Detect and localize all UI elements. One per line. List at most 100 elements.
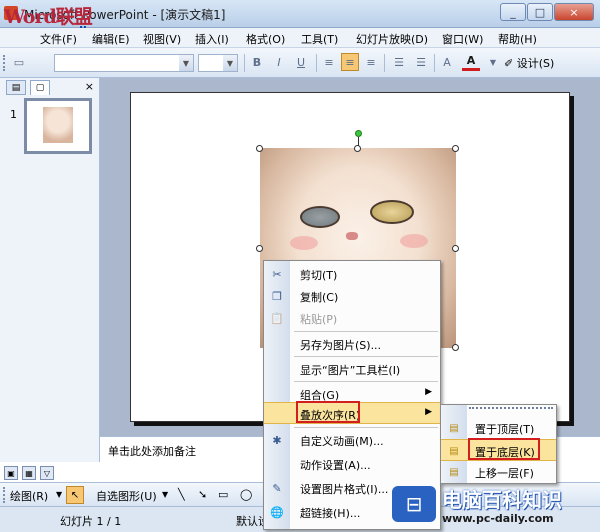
bring-to-front-icon: ▤ (449, 422, 459, 434)
rotation-handle[interactable] (355, 130, 362, 137)
tab-slides[interactable]: ▢ (30, 80, 50, 95)
send-to-back-icon: ▤ (449, 445, 459, 457)
resize-handle[interactable] (452, 344, 459, 351)
italic-button[interactable]: I (270, 53, 288, 71)
view-buttons: ▣ ▦ ▽ (2, 464, 98, 482)
hyperlink-icon: 🌐 (270, 505, 284, 519)
font-size-increase-icon[interactable]: A (438, 53, 456, 71)
design-label: 设计(S) (516, 57, 555, 70)
resize-handle[interactable] (354, 145, 361, 152)
underline-button[interactable]: U (292, 53, 310, 71)
submenu-grip[interactable] (469, 407, 553, 411)
close-icon[interactable]: × (85, 80, 94, 93)
menu-item-paste: 📋 粘贴(P) (264, 307, 440, 329)
menu-help[interactable]: 帮助(H) (498, 31, 537, 47)
chevron-down-icon[interactable]: ▼ (56, 490, 62, 499)
menu-item-label: 粘贴(P) (300, 313, 338, 326)
font-color-button[interactable]: A (462, 53, 480, 71)
menu-item-label: 置于顶层(T) (475, 423, 535, 436)
menu-separator (294, 356, 438, 357)
menu-slideshow[interactable]: 幻灯片放映(D) (356, 31, 428, 47)
menu-separator (294, 331, 438, 332)
submenu-arrow-icon: ▶ (425, 407, 432, 417)
submenu-arrow-icon: ▶ (425, 387, 432, 397)
menu-window[interactable]: 窗口(W) (442, 31, 483, 47)
cut-icon: ✂ (272, 267, 282, 281)
align-center-icon[interactable]: ≡ (341, 53, 359, 71)
menu-item-label: 自定义动画(M)... (300, 435, 384, 448)
window-controls: _ □ × (500, 3, 594, 21)
draw-menu-button[interactable]: 绘图(R) (10, 488, 48, 504)
menu-file[interactable]: 文件(F) (40, 31, 77, 47)
numbering-icon[interactable]: ☰ (390, 53, 408, 71)
align-right-icon[interactable]: ≡ (362, 53, 380, 71)
close-button[interactable]: × (554, 3, 594, 21)
select-objects-icon[interactable]: ↖ (66, 486, 84, 504)
align-left-icon[interactable]: ≡ (320, 53, 338, 71)
bring-forward-icon: ▤ (449, 466, 459, 478)
menu-item-copy[interactable]: ❐ 复制(C) (264, 285, 440, 307)
copy-icon: ❐ (272, 289, 282, 303)
slide-number: 1 (10, 108, 17, 121)
resize-handle[interactable] (256, 245, 263, 252)
menu-item-label: 上移一层(F) (475, 467, 534, 480)
chevron-down-icon[interactable]: ▼ (162, 490, 168, 499)
design-button[interactable]: ✐ 设计(S) (504, 55, 554, 71)
toolbar-grip[interactable] (3, 487, 6, 503)
resize-handle[interactable] (256, 145, 263, 152)
toolbar-separator (384, 54, 385, 72)
menu-item-label: 超链接(H)... (300, 507, 361, 520)
maximize-button[interactable]: □ (527, 3, 553, 21)
menu-item-label: 剪切(T) (300, 269, 338, 282)
paste-icon: 📋 (270, 311, 284, 325)
brand-url: www.pc-daily.com (442, 512, 554, 525)
menu-separator (294, 427, 438, 428)
menu-item-custom-animation[interactable]: ✱ 自定义动画(M)... (264, 429, 440, 451)
bold-button[interactable]: B (248, 53, 266, 71)
menu-item-save-as-picture[interactable]: 另存为图片(S)... (264, 333, 440, 355)
cat-nose (346, 232, 358, 240)
slideshow-view-icon[interactable]: ▽ (40, 466, 54, 480)
arrow-tool-icon[interactable]: ➘ (198, 488, 207, 501)
oval-tool-icon[interactable]: ◯ (240, 488, 252, 501)
cat-blush (400, 234, 428, 248)
menu-format[interactable]: 格式(O) (246, 31, 285, 47)
cat-blush (290, 236, 318, 250)
menu-item-label: 设置图片格式(I)... (300, 483, 389, 496)
minimize-button[interactable]: _ (500, 3, 526, 21)
chevron-down-icon[interactable]: ▼ (484, 53, 502, 71)
rectangle-tool-icon[interactable]: ▭ (218, 488, 228, 501)
menu-item-label: 动作设置(A)... (300, 459, 371, 472)
monitor-logo-icon: ⊟ (392, 486, 436, 522)
line-tool-icon[interactable]: ╲ (178, 488, 185, 501)
slide-sorter-icon[interactable]: ▦ (22, 466, 36, 480)
menu-item-cut[interactable]: ✂ 剪切(T) (264, 263, 440, 285)
design-icon: ✐ (504, 57, 517, 70)
menu-view[interactable]: 视图(V) (143, 31, 181, 47)
autoshapes-button[interactable]: 自选图形(U) (96, 488, 157, 504)
menu-item-action-settings[interactable]: 动作设置(A)... (264, 453, 440, 475)
font-size-select[interactable]: ▼ (198, 54, 238, 72)
menu-tools[interactable]: 工具(T) (301, 31, 338, 47)
toolbar-separator (244, 54, 245, 72)
font-name-select[interactable]: ▼ (54, 54, 194, 72)
resize-handle[interactable] (452, 245, 459, 252)
slides-panel: ▤ ▢ × 1 (0, 78, 100, 462)
menu-item-label: 另存为图片(S)... (300, 339, 382, 352)
animation-icon: ✱ (272, 433, 282, 447)
notes-placeholder: 单击此处添加备注 (108, 445, 196, 458)
menu-edit[interactable]: 编辑(E) (92, 31, 130, 47)
menu-insert[interactable]: 插入(I) (195, 31, 229, 47)
bullets-icon[interactable]: ☰ (412, 53, 430, 71)
slide-count-status: 幻灯片 1 / 1 (60, 515, 122, 528)
brand-name: 电脑百科知识 (442, 488, 562, 512)
menu-item-show-picture-toolbar[interactable]: 显示“图片”工具栏(I) (264, 358, 440, 380)
menu-item-label: 复制(C) (300, 291, 339, 304)
slide-thumbnail[interactable] (24, 98, 92, 154)
new-slide-icon[interactable]: ▭ (10, 53, 28, 71)
resize-handle[interactable] (452, 145, 459, 152)
tab-outline[interactable]: ▤ (6, 80, 26, 95)
menu-item-bring-to-front[interactable]: ▤ 置于顶层(T) (441, 417, 556, 439)
normal-view-icon[interactable]: ▣ (4, 466, 18, 480)
toolbar-grip[interactable] (3, 55, 6, 71)
